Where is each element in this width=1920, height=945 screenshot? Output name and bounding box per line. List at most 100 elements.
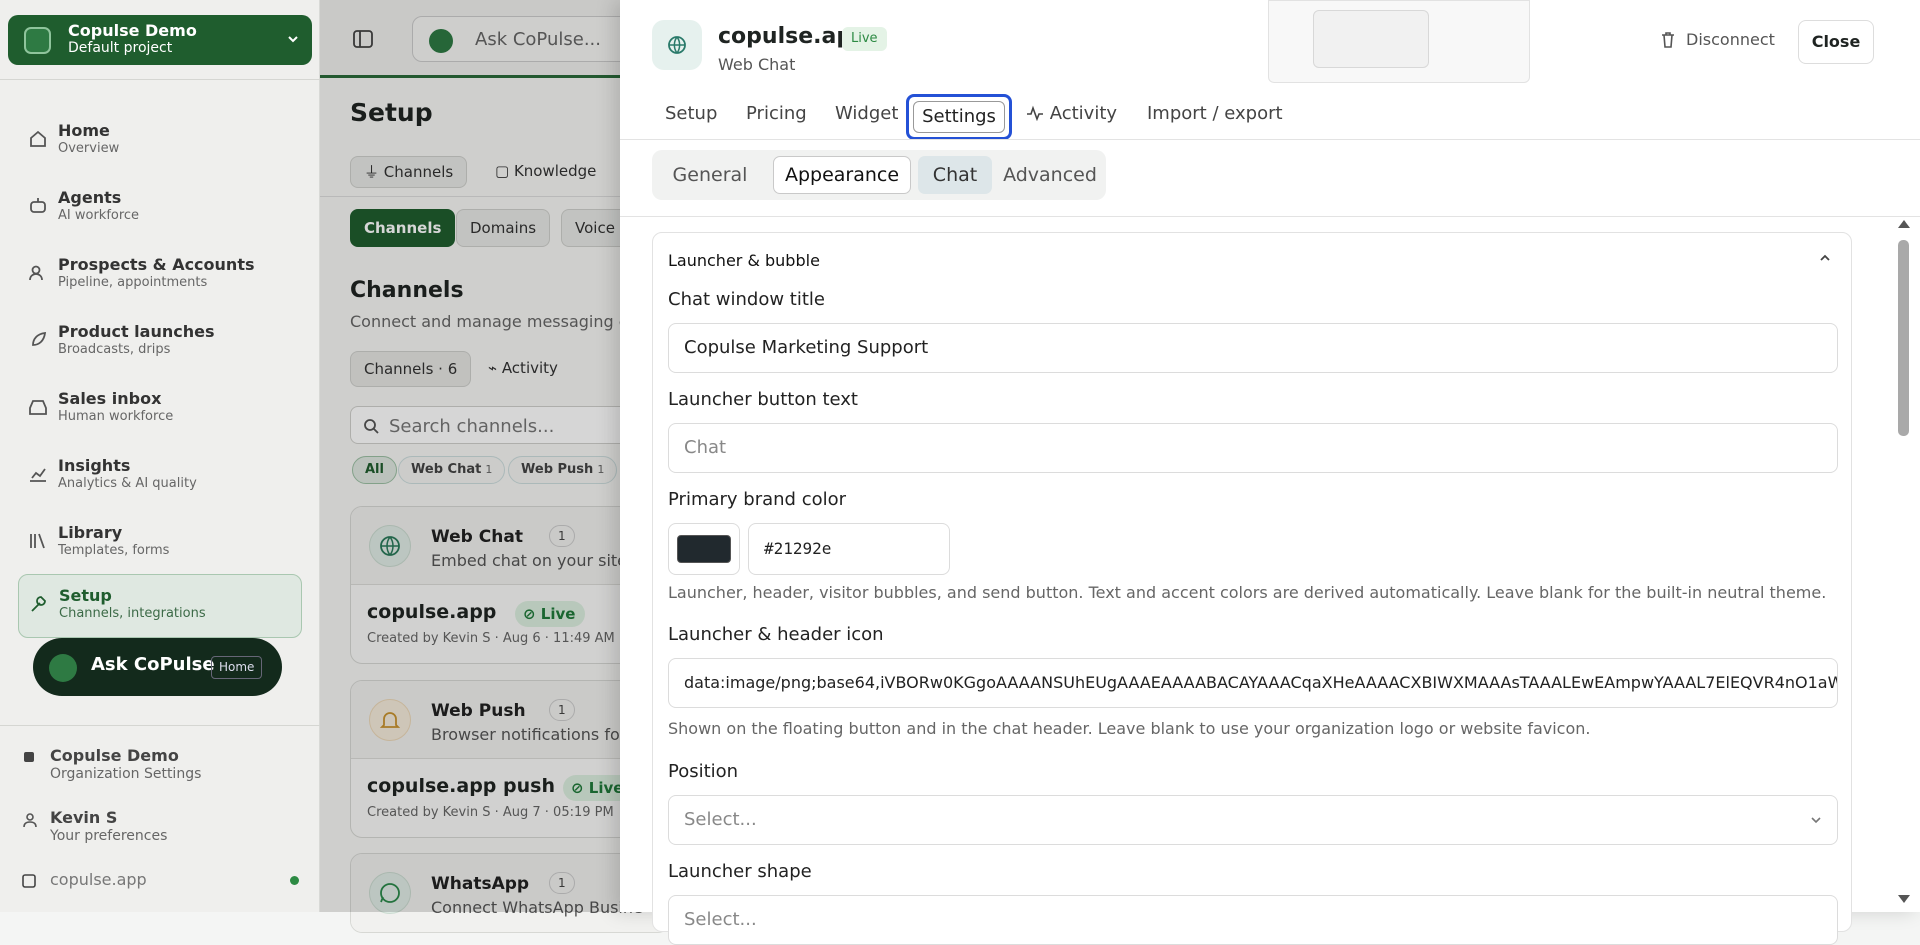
- scroll-thumb[interactable]: [1898, 240, 1909, 436]
- building-icon: [22, 750, 36, 764]
- brand-color-label: Primary brand color: [668, 489, 847, 510]
- tab-label: Activity: [1049, 103, 1118, 124]
- subtabs-divider: [620, 216, 1920, 217]
- nav-sublabel: Channels, integrations: [59, 606, 206, 621]
- widget-preview: [1268, 0, 1530, 83]
- nav-sublabel: Analytics & AI quality: [58, 476, 197, 491]
- brand-color-hex-input[interactable]: #21292e: [748, 523, 950, 575]
- nav-insights[interactable]: Insights Analytics & AI quality: [18, 445, 302, 507]
- home-icon: [28, 129, 48, 149]
- channel-avatar: [652, 20, 702, 70]
- trash-icon: [1660, 31, 1676, 49]
- launcher-icon-help: Shown on the floating button and in the …: [668, 719, 1591, 738]
- panel-scrollbar[interactable]: [1886, 216, 1920, 912]
- wrench-icon: [29, 594, 49, 614]
- ask-copulse-button[interactable]: Ask CoPulse Home: [33, 638, 282, 696]
- nav-setup[interactable]: Setup Channels, integrations: [18, 574, 302, 638]
- scroll-up-arrow-icon[interactable]: [1898, 220, 1910, 228]
- sidebar: Copulse Demo Default project Home Overvi…: [0, 0, 320, 912]
- panel-subtitle: Web Chat: [718, 55, 796, 74]
- nav-sublabel: Human workforce: [58, 409, 174, 424]
- tab-pricing[interactable]: Pricing: [746, 103, 807, 124]
- tabs-divider: [620, 139, 1920, 140]
- chat-window-title-input[interactable]: Copulse Marketing Support: [668, 323, 1838, 373]
- chevron-down-icon: [1809, 813, 1823, 827]
- subtab-appearance[interactable]: Appearance: [773, 156, 911, 194]
- rocket-icon: [28, 330, 48, 350]
- nav-agents[interactable]: Agents AI workforce: [18, 177, 302, 239]
- select-placeholder: Select...: [684, 909, 757, 930]
- widget-preview-frame: [1313, 10, 1429, 68]
- tab-settings[interactable]: Settings: [906, 94, 1012, 140]
- nav-label: Setup: [59, 586, 112, 605]
- site-icon: [22, 874, 36, 888]
- sparkle-icon: [49, 654, 77, 682]
- status-badge: Live: [842, 27, 887, 51]
- color-swatch: [677, 535, 731, 563]
- disconnect-label: Disconnect: [1686, 30, 1775, 49]
- workspace-name: Copulse Demo: [68, 21, 197, 40]
- user-sublabel: Your preferences: [50, 828, 168, 844]
- globe-icon: [665, 33, 689, 57]
- org-sublabel: Organization Settings: [50, 766, 202, 782]
- nav-sublabel: Pipeline, appointments: [58, 275, 208, 290]
- bot-icon: [28, 196, 48, 216]
- tab-setup[interactable]: Setup: [665, 103, 717, 124]
- section-title[interactable]: Launcher & bubble: [668, 251, 820, 270]
- launcher-icon-label: Launcher & header icon: [668, 624, 884, 645]
- nav-product-launches[interactable]: Product launches Broadcasts, drips: [18, 311, 302, 373]
- nav-label: Insights: [58, 456, 131, 475]
- subtab-general[interactable]: General: [660, 156, 760, 194]
- tab-settings-label: Settings: [913, 101, 1005, 133]
- users-icon: [28, 263, 48, 283]
- launcher-bubble-section: Launcher & bubble Chat window title Copu…: [652, 232, 1852, 945]
- launcher-shape-select[interactable]: Select...: [668, 895, 1838, 945]
- nav-label: Library: [58, 523, 123, 542]
- org-name: Copulse Demo: [50, 746, 179, 765]
- nav-label: Sales inbox: [58, 389, 162, 408]
- nav-sales-inbox[interactable]: Sales inbox Human workforce: [18, 378, 302, 440]
- chevron-down-icon: [286, 32, 300, 46]
- project-name: Default project: [68, 40, 173, 56]
- divider: [0, 725, 320, 726]
- brand-color-help: Launcher, header, visitor bubbles, and s…: [668, 583, 1827, 602]
- nav-sublabel: Overview: [58, 141, 120, 156]
- workspace-logo-icon: [24, 27, 51, 54]
- nav-label: Prospects & Accounts: [58, 255, 255, 274]
- launcher-icon-input[interactable]: data:image/png;base64,iVBORw0KGgoAAAANSU…: [668, 658, 1838, 708]
- ask-copulse-label: Ask CoPulse: [91, 654, 215, 675]
- launcher-text-input[interactable]: Chat: [668, 423, 1838, 473]
- tab-import-export[interactable]: Import / export: [1147, 103, 1283, 124]
- nav-label: Product launches: [58, 322, 215, 341]
- nav-sublabel: Templates, forms: [58, 543, 170, 558]
- settings-subtabs: General Appearance Chat Advanced: [652, 150, 1106, 200]
- nav-prospects[interactable]: Prospects & Accounts Pipeline, appointme…: [18, 244, 302, 306]
- user-icon: [22, 812, 38, 828]
- inbox-icon: [28, 397, 48, 417]
- nav-home[interactable]: Home Overview: [18, 110, 302, 172]
- subtab-chat[interactable]: Chat: [918, 156, 992, 194]
- close-button[interactable]: Close: [1798, 20, 1874, 64]
- nav-sublabel: AI workforce: [58, 208, 140, 223]
- channel-settings-panel: copulse.app Live Web Chat Disconnect Clo…: [620, 0, 1920, 945]
- scroll-down-arrow-icon[interactable]: [1898, 895, 1910, 903]
- nav-label: Home: [58, 121, 110, 140]
- subtab-advanced[interactable]: Advanced: [1000, 156, 1100, 194]
- chart-icon: [28, 464, 48, 484]
- launcher-text-label: Launcher button text: [668, 389, 858, 410]
- chat-window-title-label: Chat window title: [668, 289, 825, 310]
- tab-widget[interactable]: Widget: [835, 103, 898, 124]
- select-placeholder: Select...: [684, 809, 757, 830]
- nav-sublabel: Broadcasts, drips: [58, 342, 171, 357]
- project-switcher[interactable]: Copulse Demo Default project: [8, 15, 312, 65]
- nav-library[interactable]: Library Templates, forms: [18, 512, 302, 574]
- position-label: Position: [668, 761, 739, 782]
- site-name: copulse.app: [50, 870, 147, 889]
- position-select[interactable]: Select...: [668, 795, 1838, 845]
- color-picker-button[interactable]: [668, 523, 740, 575]
- tab-activity[interactable]: Activity: [1026, 103, 1117, 124]
- chevron-up-icon[interactable]: [1818, 251, 1832, 265]
- launcher-shape-label: Launcher shape: [668, 861, 812, 882]
- shortcut-badge: Home: [211, 656, 263, 679]
- nav-label: Agents: [58, 188, 122, 207]
